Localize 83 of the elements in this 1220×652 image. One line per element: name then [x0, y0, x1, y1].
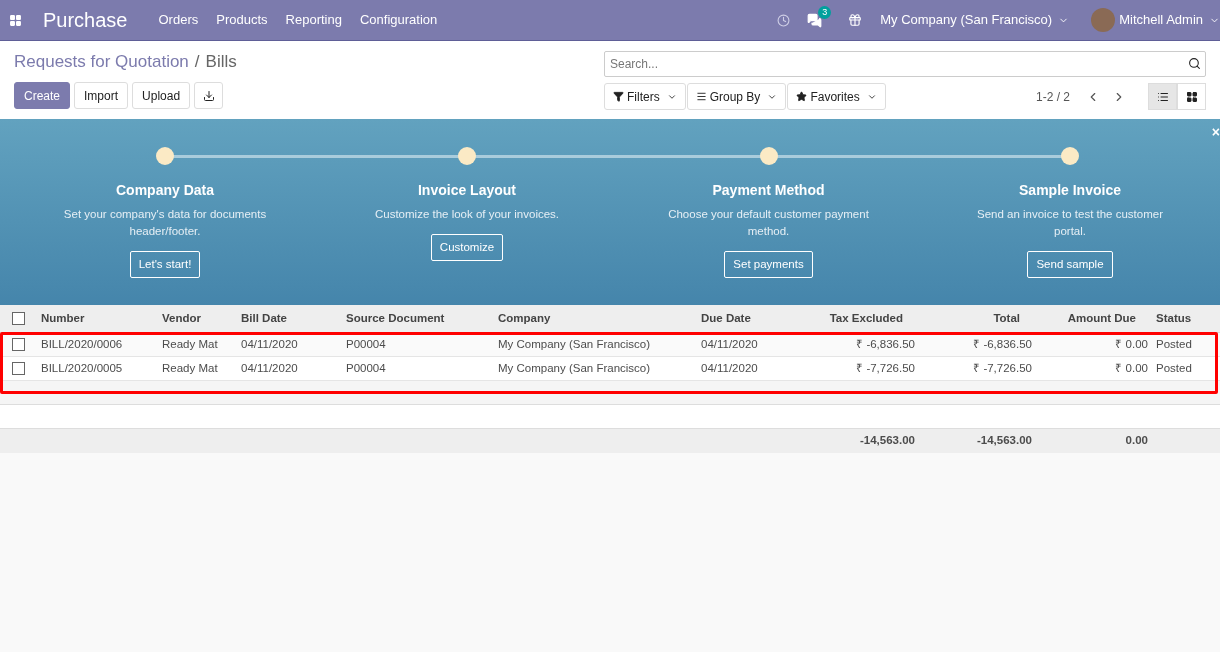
column-header[interactable]: Number	[37, 309, 158, 328]
table-row[interactable]: BILL/2020/0006 Ready Mat 04/11/2020 P00004 My Company (San Francisco) 04/11/2020 ₹ -6,836.50 ₹ -6,836.50 ₹ 0.00 Posted	[0, 333, 1220, 357]
action-button[interactable]: Import	[74, 82, 129, 109]
action-button[interactable]: Upload	[132, 82, 191, 109]
table-cell-text: My Company (San Francisco)	[497, 360, 652, 376]
table-cell-text: 04/11/2020	[700, 336, 759, 352]
checkbox[interactable]	[12, 362, 25, 375]
table-cell-text: ₹ -7,726.50	[855, 360, 916, 376]
menu-item[interactable]: Reporting	[276, 10, 351, 30]
table-cell-text: ₹ -6,836.50	[972, 336, 1033, 352]
total-cell-text: -14,563.00	[859, 433, 916, 449]
column-header[interactable]: Total	[919, 309, 1036, 328]
search-icon[interactable]	[1188, 57, 1201, 70]
step-button[interactable]: Set payments	[724, 251, 813, 278]
chat-icon[interactable]	[807, 12, 823, 28]
search-field[interactable]: Search...	[604, 51, 1206, 77]
table-cell-text: ₹ -7,726.50	[972, 360, 1033, 376]
filter-dropdown[interactable]: Filters	[604, 83, 686, 110]
column-header[interactable]: Bill Date	[237, 309, 342, 328]
step-description: Send an invoice to test the customer portal.	[976, 207, 1164, 239]
column-header[interactable]: Amount Due	[1036, 309, 1152, 328]
filter-icon	[613, 91, 624, 102]
table-cell-text: ₹ 0.00	[1114, 336, 1149, 352]
download-button[interactable]	[194, 82, 224, 109]
clock-icon[interactable]	[777, 13, 791, 27]
message-count-badge: 3	[818, 5, 832, 19]
step-description: Set your company's data for documents header/footer.	[62, 207, 268, 239]
gift-icon[interactable]	[848, 13, 863, 27]
list-icon	[695, 91, 707, 102]
step-description: Customize the look of your invoices.	[373, 207, 561, 222]
column-header[interactable]: Company	[494, 309, 697, 328]
user-menu[interactable]: Mitchell Admin	[1119, 10, 1220, 30]
table-cell-text: BILL/2020/0006	[40, 336, 124, 352]
filter-dropdown[interactable]: Group By	[686, 83, 787, 110]
step-button[interactable]: Customize	[430, 234, 504, 261]
app-title: Purchase	[43, 8, 128, 33]
table-cell-text: 04/11/2020	[240, 360, 299, 376]
grid-icon	[1185, 90, 1198, 103]
total-cell-text: -14,563.00	[976, 433, 1033, 449]
table-cell-text: Posted	[1155, 360, 1193, 376]
download-icon	[202, 89, 215, 102]
table-cell-text: 04/11/2020	[700, 360, 759, 376]
menu-item[interactable]: Orders	[149, 10, 208, 30]
step-title: Company Data	[116, 181, 214, 200]
checkbox[interactable]	[12, 312, 25, 325]
breadcrumb-separator: /	[194, 51, 200, 74]
table-cell-text: Ready Mat	[161, 336, 219, 352]
table-cell-text: P00004	[345, 360, 387, 376]
table-cell-text: ₹ 0.00	[1114, 360, 1149, 376]
total-cell-text: 0.00	[1124, 433, 1149, 449]
pager-value: 1-2 / 2	[1035, 88, 1070, 106]
apps-menu-icon[interactable]	[9, 13, 22, 27]
list-view-button[interactable]	[1148, 83, 1177, 110]
list-icon	[1156, 90, 1169, 103]
table-cell-text: Ready Mat	[161, 360, 219, 376]
table-cell-text: ₹ -6,836.50	[855, 336, 916, 352]
column-header[interactable]: Vendor	[158, 309, 237, 328]
table-cell-text: Posted	[1155, 336, 1193, 352]
table-cell-text: BILL/2020/0005	[40, 360, 124, 376]
filter-dropdown[interactable]: Favorites	[787, 83, 886, 110]
step-title: Sample Invoice	[1019, 181, 1121, 200]
star-icon	[796, 91, 808, 102]
menu-item[interactable]: Configuration	[350, 10, 447, 30]
table-cell-text: 04/11/2020	[240, 336, 299, 352]
column-header[interactable]: Source Document	[342, 309, 494, 328]
step-button[interactable]: Let's start!	[129, 251, 201, 278]
column-header[interactable]: Status	[1152, 309, 1220, 328]
breadcrumb-current: Bills	[205, 51, 237, 74]
create-button[interactable]: Create	[14, 82, 71, 109]
table-cell-text: P00004	[345, 336, 387, 352]
column-header[interactable]: Tax Excluded	[802, 309, 919, 328]
step-title: Payment Method	[712, 181, 825, 200]
step-button[interactable]: Send sample	[1027, 251, 1113, 278]
kanban-view-button[interactable]	[1177, 83, 1206, 110]
breadcrumb-link[interactable]: Requests for Quotation	[14, 49, 189, 75]
checkbox[interactable]	[12, 338, 25, 351]
menu-item[interactable]: Products	[207, 10, 277, 30]
avatar	[1091, 8, 1116, 32]
step-title: Invoice Layout	[418, 181, 516, 200]
step-description: Choose your default customer payment method.	[667, 207, 870, 239]
company-switcher[interactable]: My Company (San Francisco)	[880, 10, 1070, 30]
column-header[interactable]: Due Date	[697, 309, 802, 328]
table-cell-text: My Company (San Francisco)	[497, 336, 652, 352]
